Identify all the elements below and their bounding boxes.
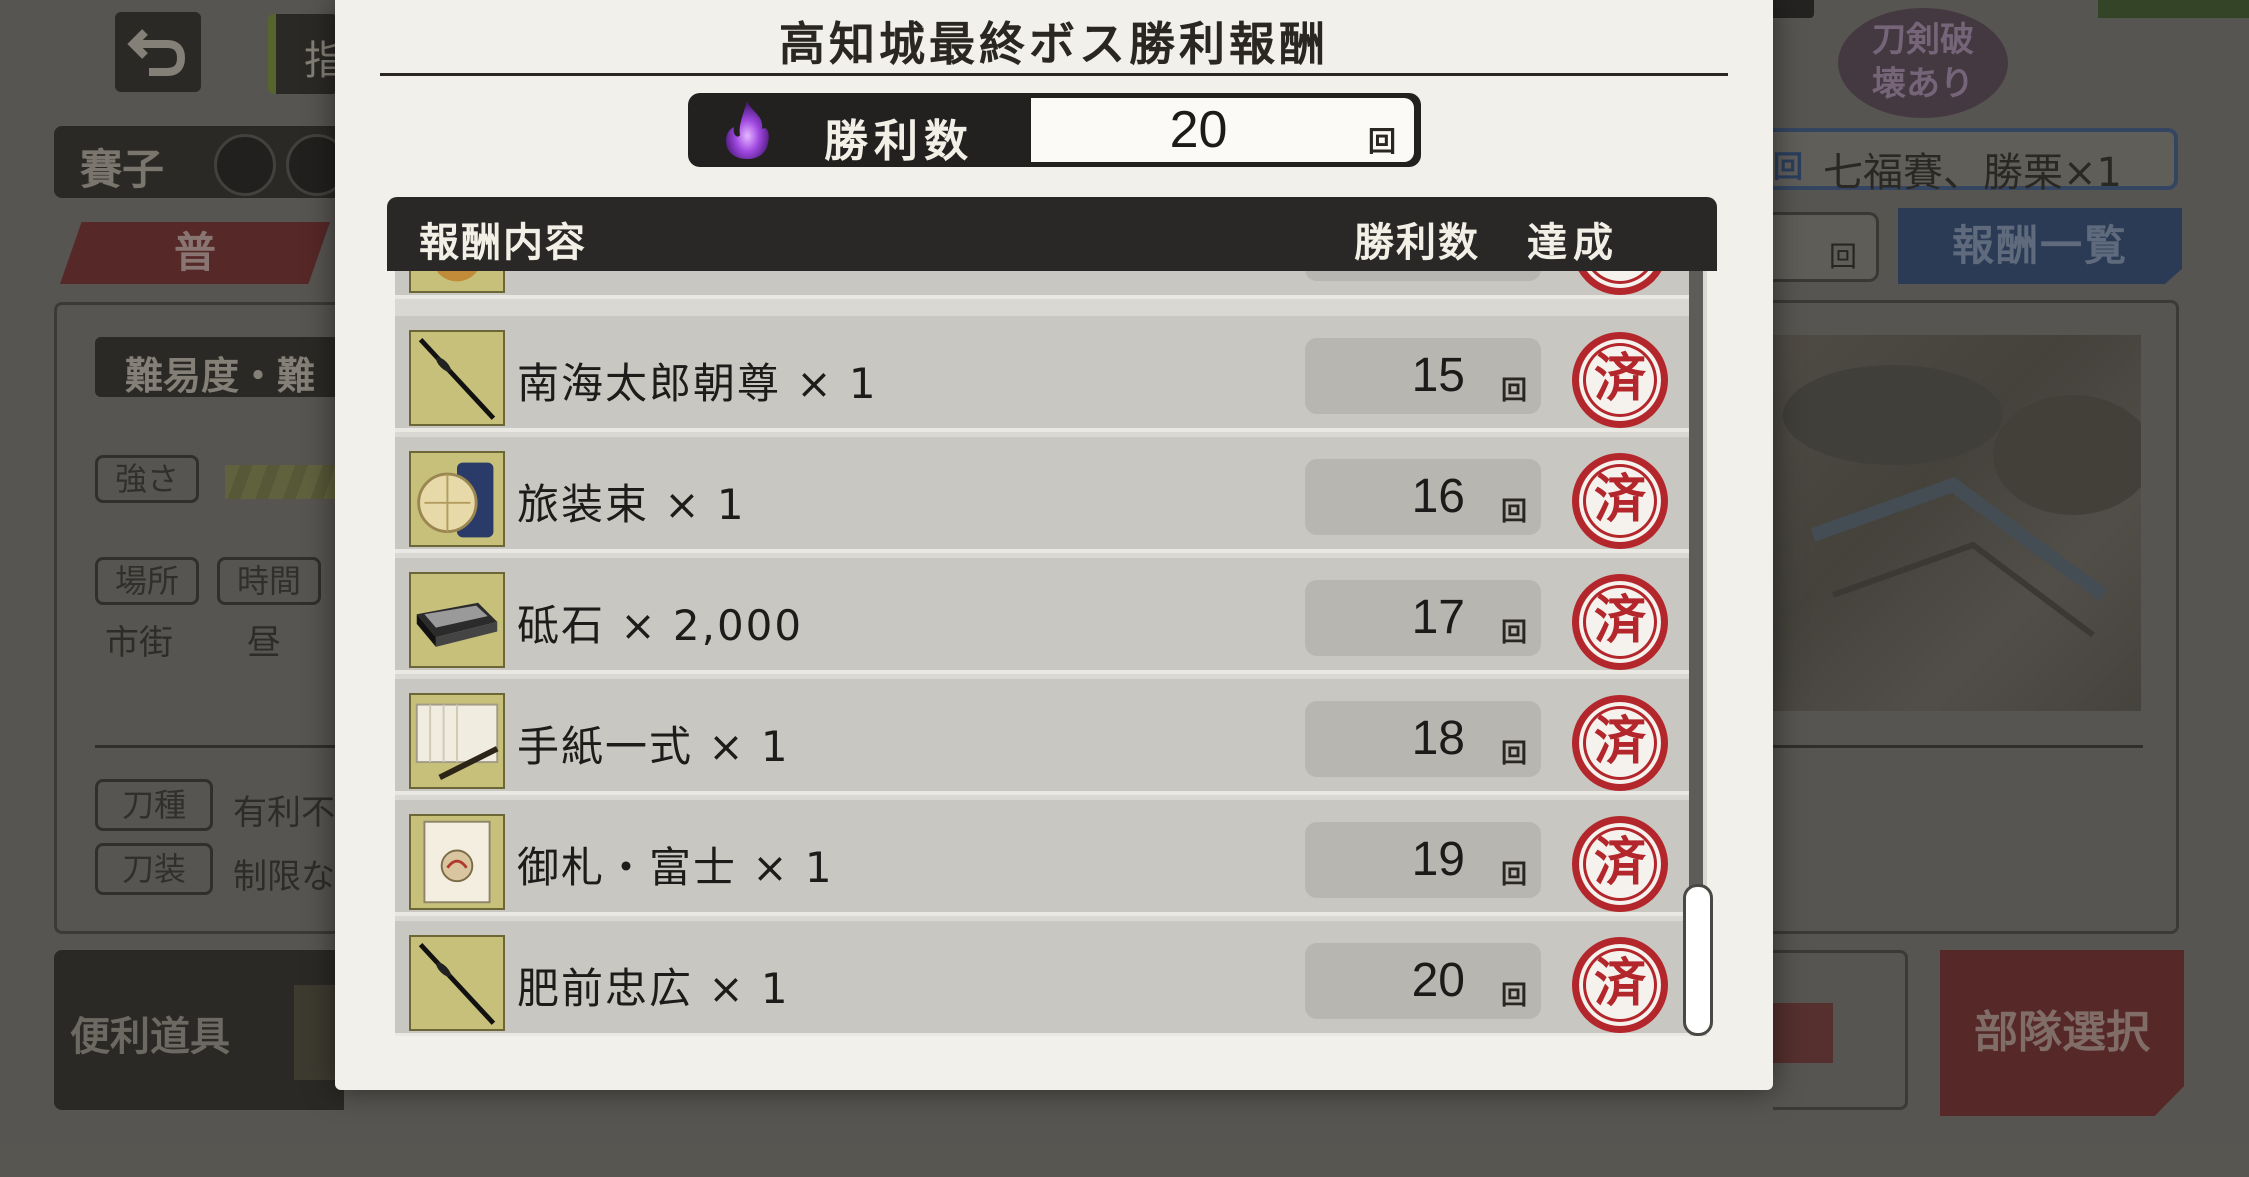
place-label: 場所 [95, 557, 199, 605]
reward-modal: 高知城最終ボス勝利報酬 勝利数 20 回 報酬内容 勝利数 達成 御鏡 14 回… [335, 0, 1773, 1090]
table-row: 旅装束 × 1 16 回 済 [395, 437, 1690, 553]
victory-count-bar: 勝利数 20 回 [688, 93, 1421, 167]
divider [1773, 745, 2143, 748]
wins-unit: 回 [1501, 981, 1528, 1011]
achieved-stamp: 済 [1572, 937, 1668, 1033]
wins-box: 20 回 [1305, 943, 1541, 1019]
table-row: 肥前忠広 × 1 20 回 済 [395, 921, 1690, 1036]
charm-icon [409, 814, 505, 910]
scrollbar-thumb[interactable] [1683, 884, 1713, 1036]
sword-icon [409, 330, 505, 426]
wins-unit: 回 [1501, 739, 1528, 769]
table-row: 御札・富士 × 1 19 回 済 [395, 800, 1690, 916]
wins-value: 18 [1411, 712, 1465, 765]
header-achieved: 達成 [1527, 219, 1619, 266]
achieved-stamp: 済 [1572, 816, 1668, 912]
achieved-stamp: 済 [1572, 695, 1668, 791]
wins-value: 16 [1411, 470, 1465, 523]
map-image [1773, 335, 2153, 711]
dice-icon [214, 134, 276, 196]
reward-name: 御鏡 [517, 271, 605, 278]
sword-icon [409, 935, 505, 1031]
bonus-text: 七福賽、勝栗×1 [1823, 150, 2122, 196]
achieved-stamp: 済 [1572, 332, 1668, 428]
reward-name: 御札・富士 × 1 [517, 843, 834, 892]
strength-label: 強さ [95, 455, 199, 503]
wins-box: 17 回 [1305, 580, 1541, 656]
header-wins: 勝利数 [1354, 219, 1480, 266]
table-row: 手紙一式 × 1 18 回 済 [395, 679, 1690, 795]
wins-value: 20 [1411, 954, 1465, 1007]
wins-unit: 回 [1501, 376, 1528, 406]
reward-name: 手紙一式 × 1 [517, 722, 790, 771]
bottom-bar [1773, 950, 1908, 1110]
count-unit: 回 [1829, 240, 1858, 273]
mirror-icon [409, 271, 505, 293]
achieved-stamp: 済 [1572, 453, 1668, 549]
tools-label: 便利道具 [70, 1013, 230, 1060]
tools-panel[interactable]: 便利道具 [54, 950, 344, 1110]
reward-list[interactable]: 御鏡 14 回 済 南海太郎朝尊 × 1 15 回 済 旅装束 × 1 16 回… [395, 271, 1707, 1036]
modal-title: 高知城最終ボス勝利報酬 [779, 17, 1329, 71]
reward-name: 砥石 × 2,000 [517, 601, 804, 650]
table-row: 砥石 × 2,000 17 回 済 [395, 558, 1690, 674]
return-arrow-icon [127, 29, 186, 76]
time-value: 昼 [247, 623, 281, 663]
strength-gauge [225, 465, 345, 499]
wins-box: 15 回 [1305, 338, 1541, 414]
wins-value: 19 [1411, 833, 1465, 886]
victory-count: 20 [1169, 101, 1228, 159]
red-flag-icon [1773, 1003, 1833, 1063]
victory-unit: 回 [1367, 125, 1396, 158]
count-box: 回 [1773, 212, 1879, 282]
wins-unit: 回 [1501, 497, 1528, 527]
title-divider [380, 73, 1728, 76]
achieved-stamp: 済 [1572, 271, 1668, 295]
place-value: 市街 [105, 623, 173, 663]
reward-name: 肥前忠広 × 1 [517, 964, 790, 1013]
dice-label: 賽子 [80, 145, 165, 194]
table-row: 御鏡 14 回 済 [395, 271, 1690, 299]
reward-list-button[interactable]: 報酬一覧 [1898, 208, 2182, 284]
reward-name: 南海太郎朝尊 × 1 [517, 359, 878, 408]
wins-box: 18 回 [1305, 701, 1541, 777]
wins-unit: 回 [1501, 271, 1527, 274]
wins-box: 16 回 [1305, 459, 1541, 535]
sword-type-value: 有利不 [233, 793, 335, 833]
whetstone-icon [409, 572, 505, 668]
reward-name: 旅装束 × 1 [517, 480, 746, 529]
wins-value: 17 [1411, 591, 1465, 644]
reward-table-header: 報酬内容 勝利数 達成 [387, 197, 1717, 271]
letter-set-icon [409, 693, 505, 789]
dice-panel: 賽子 [54, 126, 348, 198]
squad-select-button[interactable]: 部隊選択 [1940, 950, 2184, 1116]
time-label: 時間 [217, 557, 321, 605]
back-button[interactable] [115, 12, 201, 92]
difficulty-label: 難易度・難 [95, 337, 355, 398]
wins-box: 14 回 [1305, 271, 1541, 281]
sword-type-label: 刀種 [95, 779, 213, 831]
achieved-stamp: 済 [1572, 574, 1668, 670]
wins-unit: 回 [1501, 860, 1528, 890]
victory-count-box: 20 回 [1031, 98, 1414, 162]
victory-label: 勝利数 [824, 116, 974, 167]
wins-box: 19 回 [1305, 822, 1541, 898]
sword-break-badge: 刀剣破壊あり [1838, 8, 2008, 118]
travel-outfit-icon [409, 451, 505, 547]
equipment-value: 制限な [233, 857, 335, 897]
bonus-unit: 回 [1773, 150, 1803, 185]
top-right-green-tab[interactable] [2098, 0, 2249, 18]
table-row: 南海太郎朝尊 × 1 15 回 済 [395, 316, 1690, 432]
command-tab[interactable]: 指 [268, 14, 344, 94]
equipment-label: 刀装 [95, 843, 213, 895]
normal-tab[interactable]: 普 [60, 222, 330, 284]
wins-unit: 回 [1501, 618, 1528, 648]
stage-info-panel: 難易度・難 強さ 場所 時間 市街 昼 刀種 有利不 刀装 制限な [54, 302, 355, 934]
header-content: 報酬内容 [419, 219, 587, 266]
wins-value: 15 [1411, 349, 1465, 402]
divider [95, 745, 355, 748]
bonus-bar: 回 七福賽、勝栗×1 [1773, 128, 2178, 196]
purple-flame-icon [726, 101, 769, 159]
map-panel [1773, 300, 2179, 934]
